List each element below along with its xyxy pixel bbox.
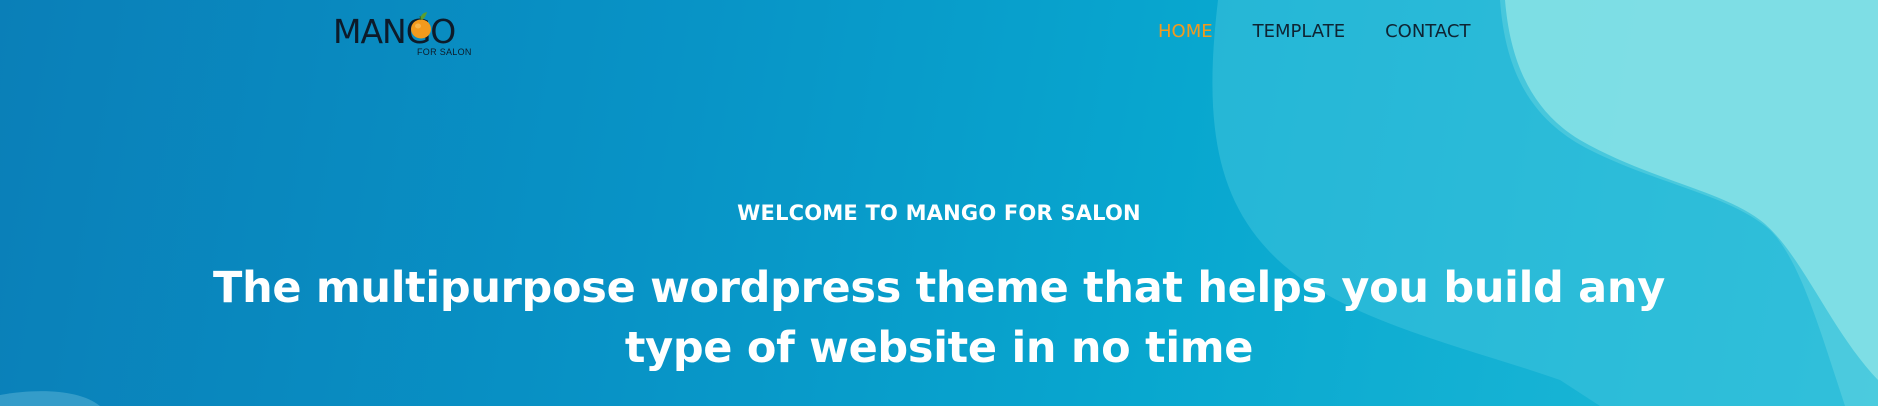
hero-kicker: WELCOME TO MANGO FOR SALON [737,201,1141,225]
site-logo[interactable]: MANGO FOR SALON [333,10,473,58]
logo-wordmark: MANGO [333,12,456,51]
wave-shape-corner [0,391,100,406]
mango-icon [411,12,431,39]
main-nav: HOME TEMPLATE CONTACT [1158,20,1470,44]
nav-item-home[interactable]: HOME [1158,20,1213,44]
nav-item-contact[interactable]: CONTACT [1385,20,1470,44]
logo-subtitle: FOR SALON [417,47,472,57]
hero-section: MANGO FOR SALON HOME TEMPLATE CONTACT WE… [0,0,1878,406]
hero-headline: The multipurpose wordpress theme that he… [213,263,1665,373]
nav-item-template[interactable]: TEMPLATE [1253,20,1345,44]
